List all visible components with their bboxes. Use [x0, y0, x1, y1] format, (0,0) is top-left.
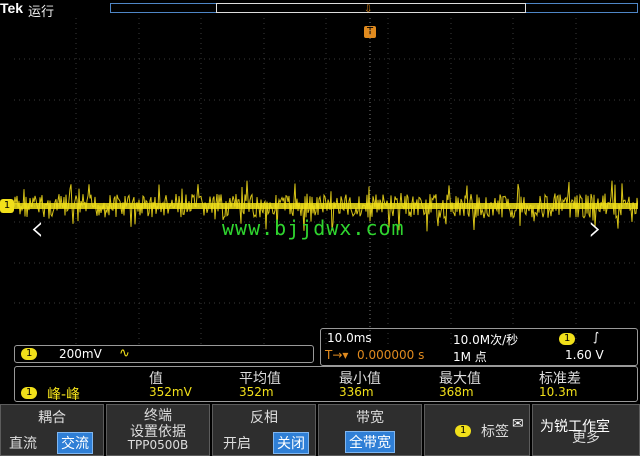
trigger-slope-icon: ∫ — [593, 330, 600, 344]
meas-max: 368m — [439, 385, 474, 399]
horizontal-scale: 10.0ms — [327, 331, 372, 345]
coupling-dc-option[interactable]: 直流 — [9, 433, 37, 453]
bottom-softkey-menu: 耦合 直流 交流 终端 设置依据 TPP0500B 反相 开启 关闭 带宽 全带… — [0, 404, 640, 456]
bandwidth-button[interactable]: 带宽 全带宽 — [318, 404, 422, 456]
next-arrow-icon[interactable]: › — [588, 208, 602, 249]
termination-button[interactable]: 终端 设置依据 TPP0500B — [106, 404, 210, 456]
meas-min: 336m — [339, 385, 374, 399]
meas-value: 352mV — [149, 385, 192, 399]
label-channel-badge: 1 — [455, 425, 472, 437]
record-length: 1M 点 — [453, 350, 487, 364]
meas-stddev: 10.3m — [539, 385, 578, 399]
full-bandwidth-option[interactable]: 全带宽 — [345, 431, 395, 453]
trigger-level: 1.60 V — [565, 348, 604, 362]
measurement-type: 峰-峰 — [47, 387, 81, 403]
trigger-position-marker: ⇩ — [364, 4, 373, 15]
sample-rate: 10.0M次/秒 — [453, 333, 519, 347]
prev-arrow-icon[interactable]: ‹ — [30, 208, 44, 249]
watermark-url: www.bjjdwx.com — [222, 216, 405, 240]
invert-title: 反相 — [250, 410, 278, 426]
coupling-ac-option[interactable]: 交流 — [57, 432, 93, 454]
coupling-title: 耦合 — [38, 410, 66, 426]
label-title: 标签 — [481, 424, 509, 440]
ch1-volts-per-div: 200mV — [59, 347, 102, 361]
meas-mean: 352m — [239, 385, 274, 399]
invert-off-option[interactable]: 关闭 — [273, 432, 309, 454]
trigger-source-badge: 1 — [559, 333, 576, 345]
horizontal-position: 0.000000 s — [357, 348, 425, 362]
wechat-icon: ✉ — [512, 416, 524, 432]
invert-on-option[interactable]: 开启 — [223, 433, 251, 453]
ac-coupling-icon: ∿ — [119, 346, 130, 361]
watermark-studio-name: 为锐工作室 — [540, 419, 610, 435]
waveform-graticule — [14, 18, 638, 344]
trigger-position-icon: T→▾ — [325, 348, 349, 362]
timebase-panel[interactable]: 10.0ms 10.0M次/秒 1 ∫ T→▾ 0.000000 s 1M 点 … — [320, 328, 638, 366]
ch1-ground-marker[interactable]: 1 — [0, 199, 14, 213]
invert-button[interactable]: 反相 开启 关闭 — [212, 404, 316, 456]
ch1-badge: 1 — [21, 348, 38, 360]
probe-model: TPP0500B — [127, 438, 189, 452]
ch1-scale-readout[interactable]: 1 200mV ∿ — [14, 345, 314, 363]
coupling-button[interactable]: 耦合 直流 交流 — [0, 404, 104, 456]
measurement-source-badge: 1 — [21, 387, 38, 399]
status-bar: Tek 运行 ⇩ — [0, 0, 640, 20]
measurement-bar[interactable]: 1 峰-峰 值 平均值 最小值 最大值 标准差 352mV 352m 336m … — [14, 366, 638, 403]
bandwidth-title: 带宽 — [356, 410, 384, 426]
ch1-trace-core — [14, 203, 638, 209]
brand-logo: Tek — [0, 0, 24, 16]
